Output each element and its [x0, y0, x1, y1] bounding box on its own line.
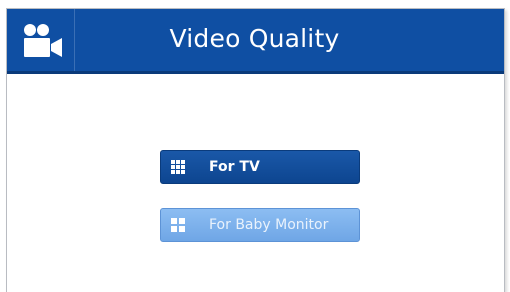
grid-9-icon [171, 160, 185, 174]
grid-4-icon [171, 218, 185, 232]
header-bar: Video Quality [7, 9, 504, 74]
for-tv-label: For TV [209, 159, 260, 175]
page-title: Video Quality [169, 24, 340, 53]
header-icon-box [7, 9, 75, 71]
for-baby-monitor-label: For Baby Monitor [209, 217, 329, 233]
for-tv-button[interactable]: For TV [160, 150, 360, 184]
video-camera-icon [24, 24, 62, 57]
video-quality-panel: Video Quality For TV For Baby Monitor [6, 8, 505, 292]
for-baby-monitor-button[interactable]: For Baby Monitor [160, 208, 360, 242]
